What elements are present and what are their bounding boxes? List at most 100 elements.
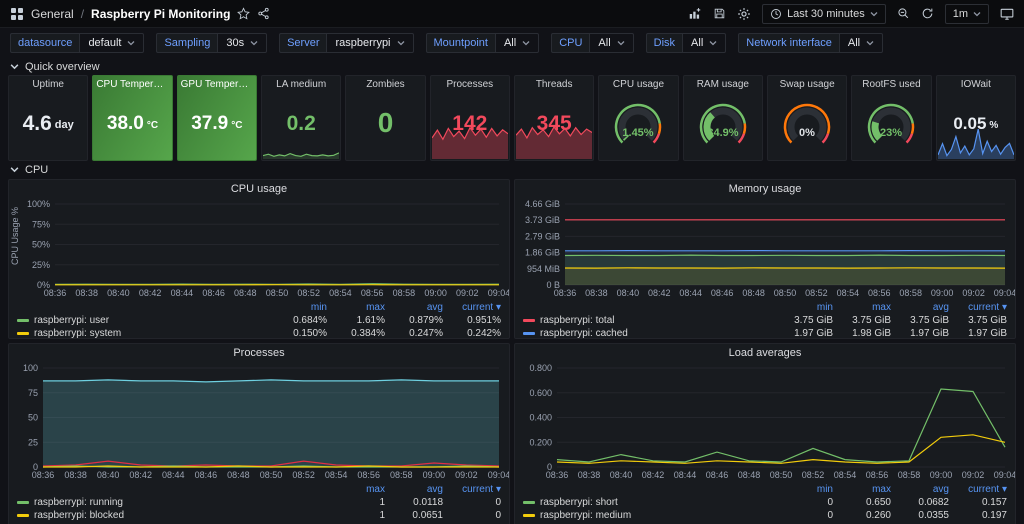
chevron-down-icon	[709, 39, 717, 47]
refresh-icon[interactable]	[921, 7, 934, 20]
legend-series-name[interactable]: raspberrypi: user	[17, 315, 269, 326]
legend-stat: 0	[443, 497, 501, 508]
svg-text:09:00: 09:00	[931, 288, 954, 298]
legend-series-name[interactable]: raspberrypi: system	[17, 328, 269, 339]
legend-series-name[interactable]: raspberrypi: running	[17, 497, 327, 508]
svg-text:09:02: 09:02	[962, 470, 985, 480]
stat-value: 23%	[852, 90, 930, 160]
time-series-graph[interactable]: 100755025008:3608:3808:4008:4208:4408:46…	[9, 362, 509, 480]
chart-panel-title[interactable]: Load averages	[515, 344, 1015, 362]
svg-text:08:44: 08:44	[679, 288, 702, 298]
legend-stat: 1.97 GiB	[775, 328, 833, 339]
svg-text:75: 75	[28, 388, 38, 398]
chart-panel-title[interactable]: Memory usage	[515, 180, 1015, 198]
stat-panel-processes: Processes142	[430, 75, 510, 161]
stat-panel-title[interactable]: CPU Temperat...	[93, 76, 171, 92]
chart-plot-area[interactable]: CPU Usage %100%75%50%25%0%08:3608:3808:4…	[9, 198, 509, 298]
time-series-graph[interactable]: 0.8000.6000.4000.200008:3608:3808:4008:4…	[515, 362, 1015, 480]
variable-value-dropdown[interactable]: 30s	[217, 33, 267, 53]
legend-header-max[interactable]: max	[327, 484, 385, 495]
legend: minmaxavgcurrent ▾raspberrypi: total3.75…	[515, 298, 1015, 339]
legend-header-current[interactable]: current ▾	[949, 484, 1007, 495]
svg-text:08:40: 08:40	[107, 288, 130, 298]
stat-value: 1.45%	[599, 90, 677, 160]
legend-stat: 1	[327, 497, 385, 508]
legend-series-name[interactable]: raspberrypi: cached	[523, 328, 775, 339]
legend-header-max[interactable]: max	[327, 302, 385, 313]
legend-series-name[interactable]: raspberrypi: medium	[523, 510, 775, 521]
svg-text:08:50: 08:50	[260, 470, 283, 480]
dashboard-settings-icon[interactable]	[737, 7, 751, 21]
legend-header-avg[interactable]: avg	[891, 484, 949, 495]
stat-unit: °C	[231, 120, 242, 131]
variable-value-dropdown[interactable]: All	[495, 33, 539, 53]
series-color-dash	[17, 319, 29, 322]
legend-stat: 3.75 GiB	[891, 315, 949, 326]
legend-header-min[interactable]: min	[775, 302, 833, 313]
legend-header-current[interactable]: current ▾	[443, 484, 501, 495]
svg-text:08:54: 08:54	[325, 470, 348, 480]
chart-panel-title[interactable]: Processes	[9, 344, 509, 362]
save-dashboard-icon[interactable]	[713, 7, 726, 20]
series-color-dash	[17, 501, 29, 504]
refresh-interval-dropdown[interactable]: 1m	[945, 4, 989, 24]
time-range-picker[interactable]: Last 30 minutes	[762, 4, 886, 24]
kiosk-mode-icon[interactable]	[1000, 7, 1014, 21]
breadcrumb-title[interactable]: Raspberry Pi Monitoring	[91, 7, 230, 21]
apps-grid-icon[interactable]	[10, 7, 24, 21]
star-icon[interactable]	[237, 7, 250, 20]
chart-plot-area[interactable]: 4.66 GiB3.73 GiB2.79 GiB1.86 GiB954 MiB0…	[515, 198, 1015, 298]
series-color-dash	[523, 501, 535, 504]
stat-number: 37.9	[191, 114, 228, 133]
variable-value-dropdown[interactable]: default	[79, 33, 144, 53]
legend-header-current[interactable]: current ▾	[443, 302, 501, 313]
svg-text:08:48: 08:48	[234, 288, 257, 298]
variable-value-dropdown[interactable]: All	[682, 33, 726, 53]
stat-panel-title[interactable]: Zombies	[346, 76, 424, 92]
stat-panel-title[interactable]: RAM usage	[684, 76, 762, 92]
legend-header-max[interactable]: max	[833, 302, 891, 313]
row-header-quick-overview[interactable]: Quick overview	[0, 58, 1024, 75]
zoom-out-icon[interactable]	[897, 7, 910, 20]
variable-label: Server	[279, 33, 326, 53]
stat-panel-title[interactable]: LA medium	[262, 76, 340, 92]
stat-panel-title[interactable]: RootFS used	[852, 76, 930, 92]
chevron-down-icon	[127, 39, 135, 47]
legend-stat: 0.197	[949, 510, 1007, 521]
variable-value-dropdown[interactable]: raspberrypi	[326, 33, 413, 53]
legend-header-max[interactable]: max	[833, 484, 891, 495]
chart-plot-area[interactable]: 100755025008:3608:3808:4008:4208:4408:46…	[9, 362, 509, 480]
stat-panel-title[interactable]: Processes	[431, 76, 509, 92]
stat-panel-title[interactable]: GPU Temperat...	[178, 76, 256, 92]
breadcrumb-section[interactable]: General	[31, 7, 74, 21]
stat-panel-title[interactable]: IOWait	[937, 76, 1015, 92]
legend-header-current[interactable]: current ▾	[949, 302, 1007, 313]
chart-plot-area[interactable]: 0.8000.6000.4000.200008:3608:3808:4008:4…	[515, 362, 1015, 480]
chart-panel-title[interactable]: CPU usage	[9, 180, 509, 198]
legend-header-min[interactable]: min	[775, 484, 833, 495]
legend-row: raspberrypi: user0.684%1.61%0.879%0.951%	[17, 314, 501, 327]
svg-text:08:52: 08:52	[802, 470, 825, 480]
variable-value-dropdown[interactable]: All	[839, 33, 883, 53]
time-series-graph[interactable]: 4.66 GiB3.73 GiB2.79 GiB1.86 GiB954 MiB0…	[515, 198, 1015, 298]
stat-panel-title[interactable]: Uptime	[9, 76, 87, 92]
share-icon[interactable]	[257, 7, 270, 20]
chevron-down-icon	[397, 39, 405, 47]
legend-header-avg[interactable]: avg	[385, 484, 443, 495]
row-header-cpu[interactable]: CPU	[0, 161, 1024, 178]
legend-stat: 3.75 GiB	[775, 315, 833, 326]
legend-header-avg[interactable]: avg	[385, 302, 443, 313]
stat-panel-title[interactable]: Swap usage	[768, 76, 846, 92]
variable-value-dropdown[interactable]: All	[589, 33, 633, 53]
add-panel-icon[interactable]	[688, 7, 702, 21]
legend-series-name[interactable]: raspberrypi: short	[523, 497, 775, 508]
time-series-graph[interactable]: 100%75%50%25%0%08:3608:3808:4008:4208:44…	[9, 198, 509, 298]
stat-panel-title[interactable]: Threads	[515, 76, 593, 92]
legend-series-name[interactable]: raspberrypi: total	[523, 315, 775, 326]
stat-panel-title[interactable]: CPU usage	[599, 76, 677, 92]
variable-label: Mountpoint	[426, 33, 495, 53]
legend-series-name[interactable]: raspberrypi: blocked	[17, 510, 327, 521]
legend-header-min[interactable]: min	[269, 302, 327, 313]
svg-text:08:56: 08:56	[868, 288, 891, 298]
legend-header-avg[interactable]: avg	[891, 302, 949, 313]
